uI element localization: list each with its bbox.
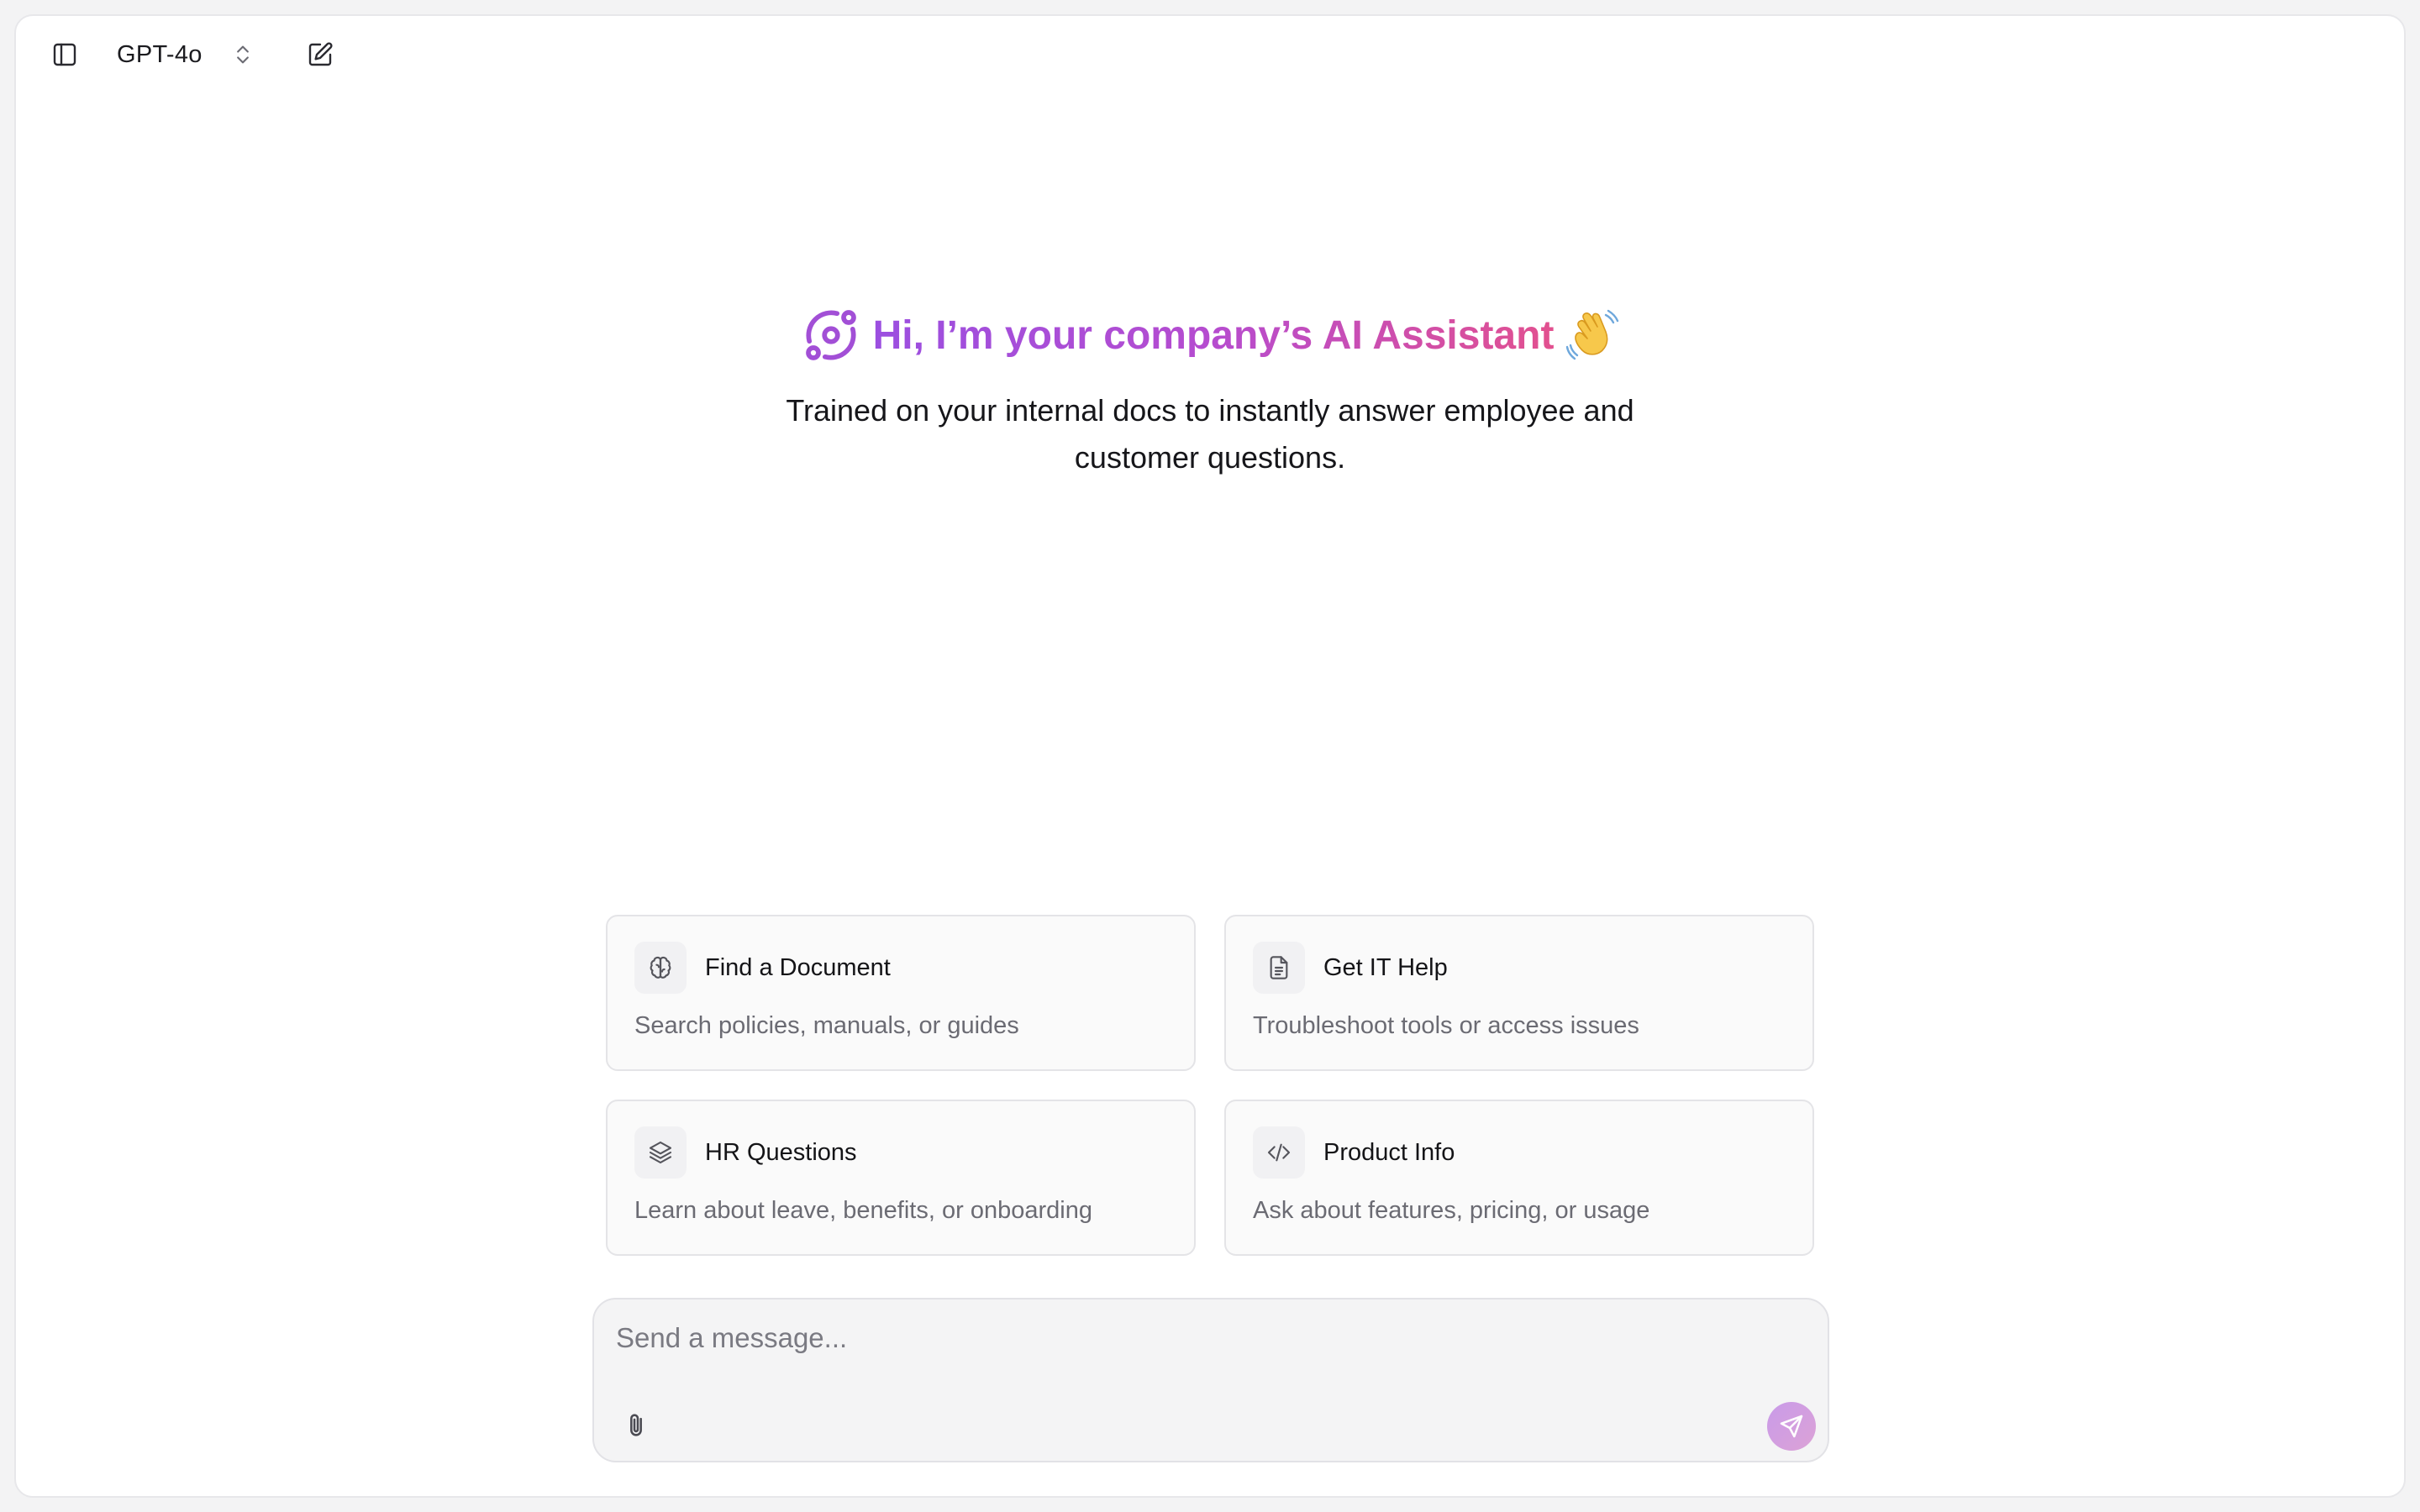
layers-icon [634, 1126, 687, 1179]
edit-icon [308, 42, 333, 66]
suggestion-card-it-help[interactable]: Get IT Help Troubleshoot tools or access… [1224, 915, 1814, 1071]
card-title: Product Info [1323, 1138, 1455, 1166]
welcome-subtitle: Trained on your internal docs to instant… [786, 393, 1634, 475]
suggestion-card-product-info[interactable]: Product Info Ask about features, pricing… [1224, 1100, 1814, 1256]
sidebar-toggle-icon [53, 43, 76, 66]
model-name: GPT-4o [117, 40, 203, 68]
paperclip-icon [630, 1414, 642, 1436]
message-composer [592, 1298, 1829, 1462]
card-description: Troubleshoot tools or access issues [1253, 1012, 1639, 1039]
suggestion-card-find-document[interactable]: Find a Document Search policies, manuals… [606, 915, 1196, 1071]
card-title: HR Questions [705, 1138, 857, 1166]
top-bar: GPT-4o [16, 16, 2404, 97]
card-header: Product Info [1253, 1126, 1786, 1179]
attach-button[interactable] [613, 1402, 660, 1449]
suggestion-card-hr-questions[interactable]: HR Questions Learn about leave, benefits… [606, 1100, 1196, 1256]
send-icon [1780, 1415, 1803, 1438]
welcome-title-row: Hi, I’m your company’s AI Assistant [801, 302, 1620, 369]
send-button[interactable] [1767, 1402, 1816, 1451]
suggestion-grid: Find a Document Search policies, manuals… [606, 915, 1816, 1256]
orbit-logo-icon [801, 305, 861, 365]
card-description: Ask about features, pricing, or usage [1253, 1197, 1650, 1224]
card-header: Find a Document [634, 942, 1167, 994]
welcome-title: Hi, I’m your company’s AI Assistant [872, 312, 1555, 358]
card-title: Find a Document [705, 953, 891, 981]
card-header: HR Questions [634, 1126, 1167, 1179]
sidebar-toggle-button[interactable] [38, 28, 92, 81]
code-icon [1253, 1126, 1305, 1179]
brain-icon [634, 942, 687, 994]
model-selector[interactable]: GPT-4o [107, 28, 265, 81]
welcome-hero: Hi, I’m your company’s AI Assistant Trai… [16, 302, 2404, 481]
card-description: Learn about leave, benefits, or onboardi… [634, 1197, 1092, 1224]
card-header: Get IT Help [1253, 942, 1786, 994]
file-text-icon [1253, 942, 1305, 994]
new-chat-button[interactable] [293, 28, 347, 81]
chevrons-up-down-icon [236, 45, 249, 64]
waving-hand-icon [1565, 308, 1619, 362]
card-description: Search policies, manuals, or guides [634, 1012, 1019, 1039]
app-window: GPT-4o Hi, I’m your company’s AI Assista… [14, 14, 2406, 1498]
card-title: Get IT Help [1323, 953, 1448, 981]
message-input[interactable] [614, 1315, 1707, 1362]
